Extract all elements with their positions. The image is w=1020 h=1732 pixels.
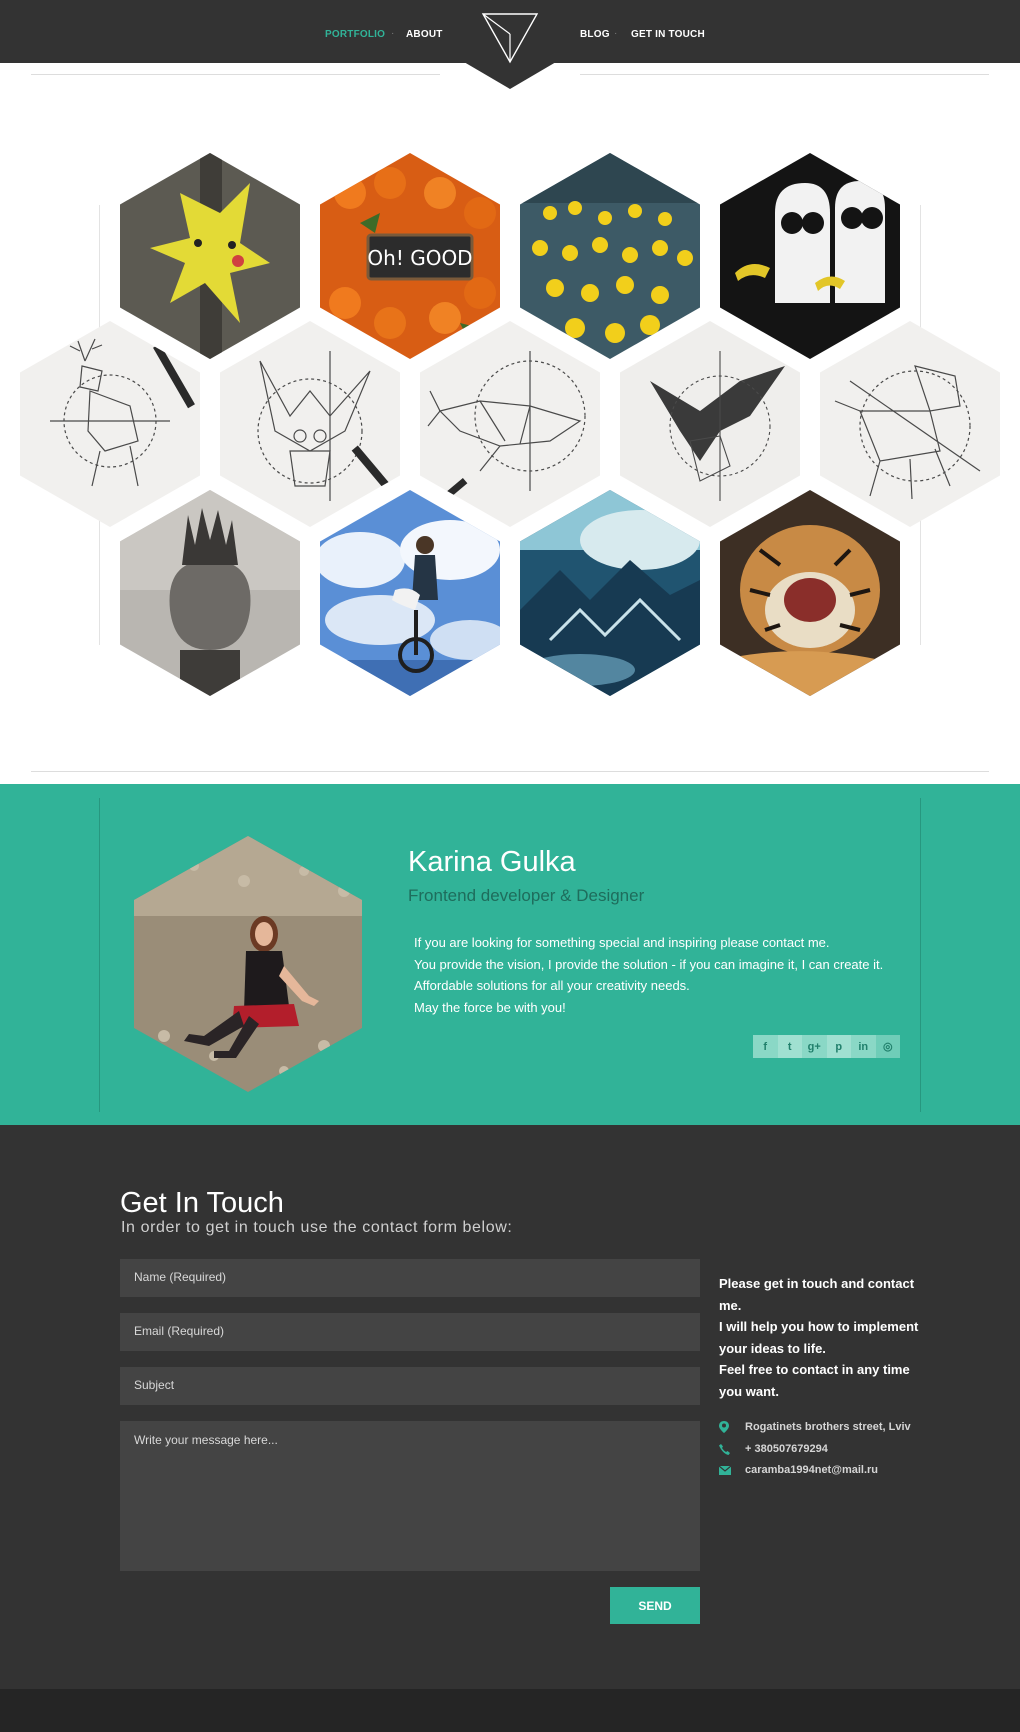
phone-icon [719,1443,745,1455]
google-plus-icon[interactable]: g+ [802,1035,827,1058]
svg-text:Oh! GOOD: Oh! GOOD [367,246,472,270]
about-text: If you are looking for something special… [414,932,914,1018]
map-marker-icon [719,1421,745,1433]
triangle-logo-icon[interactable] [475,8,545,68]
dribbble-icon[interactable]: ◎ [875,1035,900,1058]
footer [0,1689,1020,1732]
about-border-left [99,798,100,1112]
about-line: Affordable solutions for all your creati… [414,978,690,993]
about-section: Karina Gulka Frontend developer & Design… [0,784,1020,1125]
about-name: Karina Gulka [408,846,576,878]
contact-address-text: Rogatinets brothers street, Lviv [745,1421,911,1433]
mail-icon [719,1465,745,1475]
nav-separator: · [391,28,395,39]
pinterest-icon[interactable]: p [826,1035,851,1058]
contact-info: Please get in touch and contact me. I wi… [719,1273,921,1402]
facebook-icon[interactable]: f [753,1035,778,1058]
about-line: If you are looking for something special… [414,935,830,950]
portfolio-item-pikachu[interactable] [120,153,300,359]
avatar [134,836,362,1092]
portfolio-item-deer-sketch[interactable] [20,321,200,527]
portfolio-item-owl-sketch[interactable] [220,321,400,527]
contact-phone: + 380507679294 [719,1441,828,1457]
twitter-icon[interactable]: t [777,1035,802,1058]
name-field[interactable]: Name (Required) [120,1259,700,1297]
subject-field[interactable]: Subject [120,1367,700,1405]
portfolio-item-raven-sketch[interactable] [620,321,800,527]
portfolio-item-cyclist[interactable] [320,490,500,696]
portfolio-item-rubber-ducks[interactable] [520,153,700,359]
message-field[interactable]: Write your message here... [120,1421,700,1571]
portfolio-item-minions[interactable] [720,153,900,359]
contact-address: Rogatinets brothers street, Lviv [719,1419,911,1435]
nav-separator: · [614,28,618,39]
contact-phone-text[interactable]: + 380507679294 [745,1443,828,1455]
contact-email: caramba1994net@mail.ru [719,1462,878,1478]
email-field[interactable]: Email (Required) [120,1313,700,1351]
contact-info-line: Feel free to contact in any time you wan… [719,1362,910,1399]
contact-email-text[interactable]: caramba1994net@mail.ru [745,1464,878,1476]
portfolio-item-roaring-tiger[interactable] [720,490,900,696]
portfolio-divider [31,771,989,772]
nav-blog[interactable]: BLOG [580,29,610,40]
about-line: May the force be with you! [414,999,566,1015]
portfolio-item-tiger-sketch[interactable] [820,321,1000,527]
nav-about[interactable]: ABOUT [406,29,443,40]
linkedin-icon[interactable]: in [851,1035,876,1058]
nav-portfolio[interactable]: PORTFOLIO [325,29,385,40]
about-role: Frontend developer & Designer [408,886,645,905]
header-divider-right [580,74,989,75]
portfolio-item-cat-castle[interactable] [120,490,300,696]
portfolio-item-oranges[interactable]: Oh! GOOD [320,153,500,359]
contact-subtitle: In order to get in touch use the contact… [121,1219,513,1236]
about-border-right [920,798,921,1112]
send-button[interactable]: SEND [610,1587,700,1624]
contact-info-line: I will help you how to implement your id… [719,1319,919,1356]
contact-title: Get In Touch [120,1187,284,1219]
nav-get-in-touch[interactable]: GET IN TOUCH [631,29,705,40]
portfolio-item-mountains[interactable] [520,490,700,696]
header-divider-left [31,74,440,75]
contact-section: Get In Touch In order to get in touch us… [0,1125,1020,1689]
about-line: You provide the vision, I provide the so… [414,956,884,972]
social-links: f t g+ p in ◎ [753,1035,900,1058]
portfolio-item-whale-sketch[interactable] [420,321,600,527]
contact-info-line: Please get in touch and contact me. [719,1276,915,1313]
